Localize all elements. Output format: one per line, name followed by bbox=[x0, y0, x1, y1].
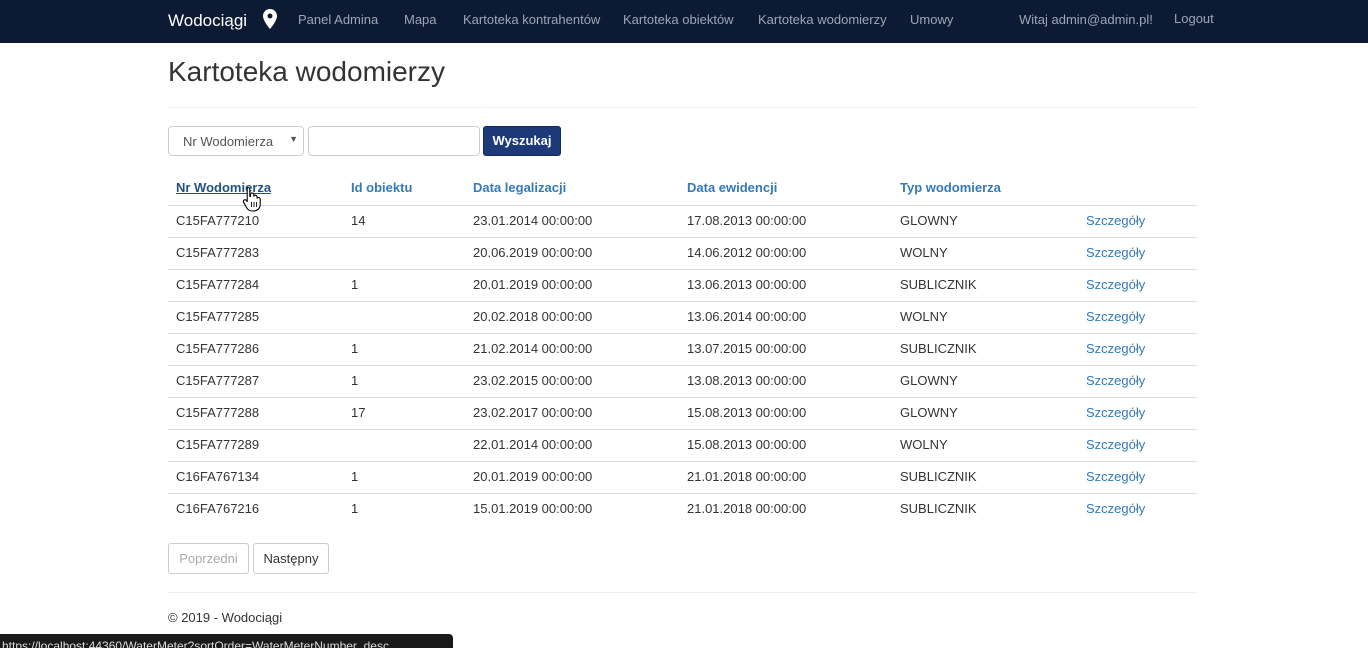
table-row-divider bbox=[168, 301, 1197, 302]
footer-copyright: © 2019 - Wodociągi bbox=[168, 610, 283, 625]
table-row-divider bbox=[168, 333, 1197, 334]
details-link[interactable]: Szczegóły bbox=[1086, 213, 1145, 228]
cell-data-ewidencji: 15.08.2013 00:00:00 bbox=[687, 405, 807, 420]
cell-data-legalizacji: 20.01.2019 00:00:00 bbox=[473, 469, 593, 484]
status-url: https://localhost:44360/WaterMeter?sortO… bbox=[2, 639, 389, 648]
cell-id-obiektu: 1 bbox=[351, 341, 359, 356]
cell-data-ewidencji: 13.08.2013 00:00:00 bbox=[687, 373, 807, 388]
details-link[interactable]: Szczegóły bbox=[1086, 341, 1145, 356]
map-marker-icon bbox=[263, 9, 277, 29]
browser-status-bar: https://localhost:44360/WaterMeter?sortO… bbox=[0, 634, 453, 648]
cell-data-ewidencji: 13.07.2015 00:00:00 bbox=[687, 341, 807, 356]
details-link[interactable]: Szczegóły bbox=[1086, 245, 1145, 260]
cell-typ-wodomierza: GLOWNY bbox=[900, 373, 958, 388]
page-title: Kartoteka wodomierzy bbox=[168, 56, 446, 87]
top-navbar: Wodociągi Panel Admina Mapa Kartoteka ko… bbox=[0, 0, 1368, 43]
cell-id-obiektu: 1 bbox=[351, 373, 359, 388]
next-page-button[interactable]: Następny bbox=[253, 543, 329, 574]
cell-nr-wodomierza: C16FA767134 bbox=[176, 469, 260, 484]
nav-umowy[interactable]: Umowy bbox=[910, 12, 953, 27]
table-row-divider bbox=[168, 493, 1197, 494]
table-row-divider bbox=[168, 429, 1197, 430]
header-data-legalizacji[interactable]: Data legalizacji bbox=[473, 180, 566, 195]
hand-pointer-icon bbox=[242, 186, 261, 212]
cell-data-legalizacji: 21.02.2014 00:00:00 bbox=[473, 341, 593, 356]
cell-nr-wodomierza: C15FA777286 bbox=[176, 341, 260, 356]
caret-down-icon: ▼ bbox=[289, 134, 298, 144]
header-typ-wodomierza[interactable]: Typ wodomierza bbox=[900, 180, 1001, 195]
previous-page-button[interactable]: Poprzedni bbox=[168, 543, 249, 574]
footer-divider bbox=[168, 592, 1197, 593]
cell-id-obiektu: 17 bbox=[351, 405, 366, 420]
details-link[interactable]: Szczegóły bbox=[1086, 309, 1145, 324]
nav-panel-admina[interactable]: Panel Admina bbox=[298, 12, 378, 27]
logout-link[interactable]: Logout bbox=[1174, 11, 1214, 26]
cell-nr-wodomierza: C15FA777287 bbox=[176, 373, 260, 388]
cell-data-ewidencji: 13.06.2013 00:00:00 bbox=[687, 277, 807, 292]
nav-mapa[interactable]: Mapa bbox=[404, 12, 437, 27]
cell-nr-wodomierza: C15FA777289 bbox=[176, 437, 260, 452]
nav-kartoteka-wodomierzy[interactable]: Kartoteka wodomierzy bbox=[758, 12, 887, 27]
cell-data-ewidencji: 21.01.2018 00:00:00 bbox=[687, 469, 807, 484]
welcome-text: Witaj admin@admin.pl! bbox=[1019, 12, 1153, 27]
cell-nr-wodomierza: C15FA777210 bbox=[176, 213, 260, 228]
table-row-divider bbox=[168, 365, 1197, 366]
cell-typ-wodomierza: SUBLICZNIK bbox=[900, 277, 977, 292]
header-data-ewidencji[interactable]: Data ewidencji bbox=[687, 180, 777, 195]
nav-kartoteka-obiektow[interactable]: Kartoteka obiektów bbox=[623, 12, 734, 27]
cell-typ-wodomierza: SUBLICZNIK bbox=[900, 341, 977, 356]
cell-data-legalizacji: 22.01.2014 00:00:00 bbox=[473, 437, 593, 452]
brand-link[interactable]: Wodociągi bbox=[168, 11, 247, 31]
details-link[interactable]: Szczegóły bbox=[1086, 437, 1145, 452]
cell-typ-wodomierza: WOLNY bbox=[900, 245, 948, 260]
cell-data-legalizacji: 20.06.2019 00:00:00 bbox=[473, 245, 593, 260]
nav-kartoteka-kontrahentow[interactable]: Kartoteka kontrahentów bbox=[463, 12, 600, 27]
cell-typ-wodomierza: WOLNY bbox=[900, 309, 948, 324]
cell-nr-wodomierza: C15FA777283 bbox=[176, 245, 260, 260]
title-divider bbox=[168, 107, 1197, 108]
cell-typ-wodomierza: SUBLICZNIK bbox=[900, 501, 977, 516]
search-button[interactable]: Wyszukaj bbox=[483, 126, 561, 156]
table-row-divider bbox=[168, 205, 1197, 206]
cell-data-legalizacji: 23.02.2015 00:00:00 bbox=[473, 373, 593, 388]
cell-id-obiektu: 1 bbox=[351, 501, 359, 516]
cell-nr-wodomierza: C15FA777288 bbox=[176, 405, 260, 420]
cell-id-obiektu: 1 bbox=[351, 277, 359, 292]
cell-data-ewidencji: 17.08.2013 00:00:00 bbox=[687, 213, 807, 228]
details-link[interactable]: Szczegóły bbox=[1086, 469, 1145, 484]
cell-typ-wodomierza: SUBLICZNIK bbox=[900, 469, 977, 484]
cell-nr-wodomierza: C16FA767216 bbox=[176, 501, 260, 516]
cell-data-ewidencji: 15.08.2013 00:00:00 bbox=[687, 437, 807, 452]
cell-id-obiektu: 1 bbox=[351, 469, 359, 484]
cell-data-legalizacji: 20.01.2019 00:00:00 bbox=[473, 277, 593, 292]
cell-typ-wodomierza: WOLNY bbox=[900, 437, 948, 452]
table-row-divider bbox=[168, 461, 1197, 462]
cell-data-legalizacji: 20.02.2018 00:00:00 bbox=[473, 309, 593, 324]
cell-data-ewidencji: 13.06.2014 00:00:00 bbox=[687, 309, 807, 324]
table-row-divider bbox=[168, 397, 1197, 398]
search-input[interactable] bbox=[308, 126, 480, 156]
cell-id-obiektu: 14 bbox=[351, 213, 366, 228]
cell-data-legalizacji: 23.01.2014 00:00:00 bbox=[473, 213, 593, 228]
search-field-select[interactable]: Nr Wodomierza ▼ bbox=[168, 126, 304, 156]
header-id-obiektu[interactable]: Id obiektu bbox=[351, 180, 412, 195]
details-link[interactable]: Szczegóły bbox=[1086, 405, 1145, 420]
table-row-divider bbox=[168, 237, 1197, 238]
cell-data-legalizacji: 15.01.2019 00:00:00 bbox=[473, 501, 593, 516]
search-field-value: Nr Wodomierza bbox=[183, 134, 274, 149]
cell-typ-wodomierza: GLOWNY bbox=[900, 405, 958, 420]
cell-data-legalizacji: 23.02.2017 00:00:00 bbox=[473, 405, 593, 420]
details-link[interactable]: Szczegóły bbox=[1086, 277, 1145, 292]
cell-nr-wodomierza: C15FA777285 bbox=[176, 309, 260, 324]
cell-data-ewidencji: 21.01.2018 00:00:00 bbox=[687, 501, 807, 516]
cell-typ-wodomierza: GLOWNY bbox=[900, 213, 958, 228]
details-link[interactable]: Szczegóły bbox=[1086, 373, 1145, 388]
cell-data-ewidencji: 14.06.2012 00:00:00 bbox=[687, 245, 807, 260]
table-row-divider bbox=[168, 269, 1197, 270]
details-link[interactable]: Szczegóły bbox=[1086, 501, 1145, 516]
cell-nr-wodomierza: C15FA777284 bbox=[176, 277, 260, 292]
